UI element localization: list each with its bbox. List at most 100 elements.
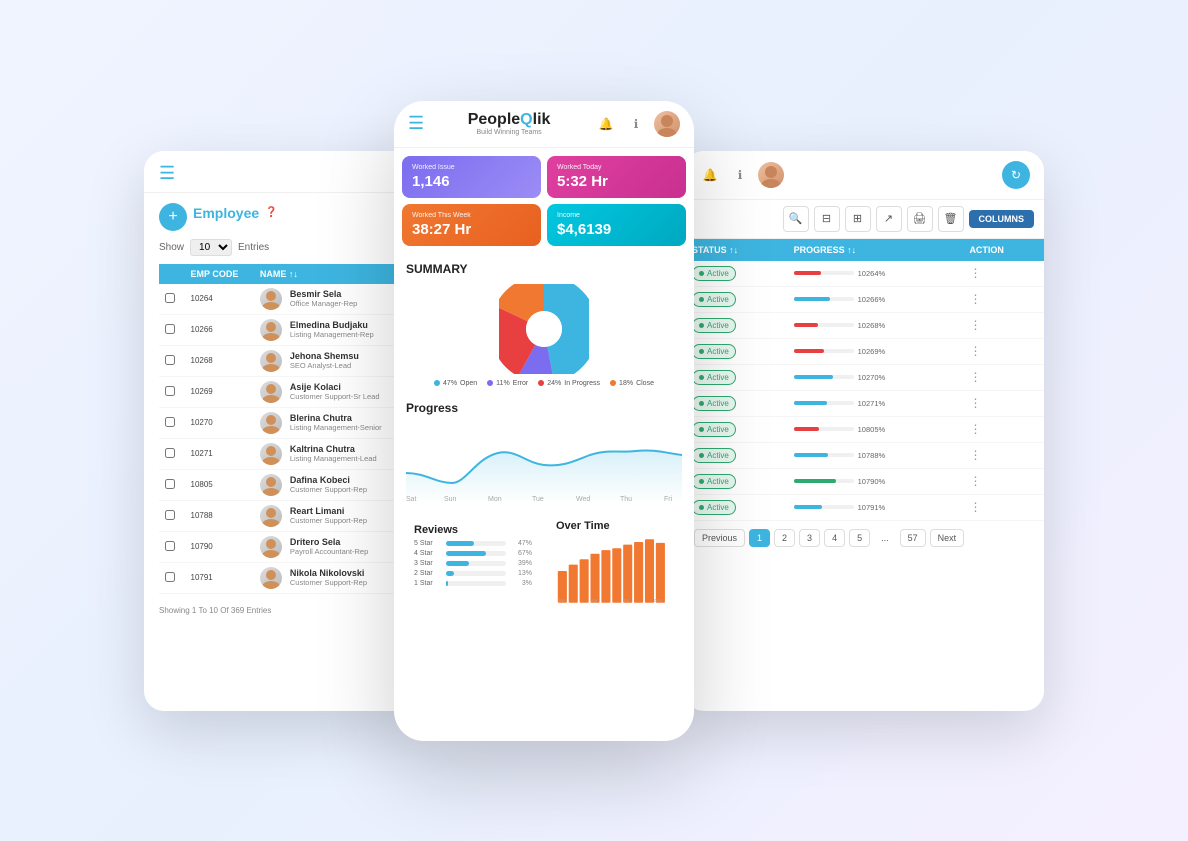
action-menu[interactable]: ⋮: [969, 474, 981, 488]
columns-button[interactable]: COLUMNS: [969, 210, 1035, 228]
refresh-button[interactable]: ↻: [1002, 161, 1030, 189]
legend-pct: 18%: [619, 380, 633, 387]
bell-icon[interactable]: 🔔: [594, 112, 618, 136]
action-menu[interactable]: ⋮: [969, 266, 981, 280]
legend-label: Open: [460, 380, 477, 387]
filter-button[interactable]: ⊟: [814, 206, 840, 232]
action-cell[interactable]: ⋮: [961, 494, 1044, 520]
center-hamburger-icon[interactable]: ☰: [408, 113, 424, 134]
action-cell[interactable]: ⋮: [961, 468, 1044, 494]
progress-bg: [794, 401, 854, 405]
review-label: 1 Star: [414, 580, 442, 587]
review-row: 4 Star 67%: [414, 550, 532, 557]
action-cell[interactable]: ⋮: [961, 338, 1044, 364]
action-cell[interactable]: ⋮: [961, 390, 1044, 416]
action-menu[interactable]: ⋮: [969, 396, 981, 410]
legend-item: 47%Open: [434, 380, 477, 387]
emp-name: Kaltrina Chutra: [290, 444, 377, 454]
emp-code: 10788: [185, 500, 254, 531]
action-menu[interactable]: ⋮: [969, 318, 981, 332]
action-menu[interactable]: ⋮: [969, 344, 981, 358]
action-menu[interactable]: ⋮: [969, 422, 981, 436]
page-button[interactable]: 3: [799, 529, 820, 547]
page-button[interactable]: 2: [774, 529, 795, 547]
table-row: Active 10788% ⋮: [684, 442, 1044, 468]
row-checkbox[interactable]: [165, 417, 175, 427]
stat-card: Worked Today 5:32 Hr: [547, 156, 686, 198]
emp-info: Dafina Kobeci Customer Support-Rep: [254, 469, 409, 500]
copy-button[interactable]: ⊞: [845, 206, 871, 232]
action-cell[interactable]: ⋮: [961, 312, 1044, 338]
stat-label: Income: [557, 212, 676, 219]
action-menu[interactable]: ⋮: [969, 370, 981, 384]
row-checkbox[interactable]: [165, 572, 175, 582]
prev-button[interactable]: Previous: [694, 529, 745, 547]
stat-label: Worked Issue: [412, 164, 531, 171]
delete-button[interactable]: 🗑: [938, 206, 964, 232]
progress-cell: 10788%: [786, 442, 962, 468]
emp-avatar: [260, 350, 282, 372]
page-button[interactable]: 4: [824, 529, 845, 547]
status-dot: [699, 349, 704, 354]
row-checkbox[interactable]: [165, 448, 175, 458]
status-badge: Active: [692, 396, 736, 411]
action-cell[interactable]: ⋮: [961, 286, 1044, 312]
center-topbar: ☰ PeopleQlik Build Winning Teams 🔔 ℹ: [394, 101, 694, 148]
emp-name: Blerina Chutra: [290, 413, 382, 423]
user-avatar[interactable]: [654, 111, 680, 137]
progress-fill: [794, 401, 827, 405]
emp-info: Elmedina Budjaku Listing Management-Rep: [254, 314, 409, 345]
progress-fill: [794, 349, 824, 353]
print-button[interactable]: 🖨: [907, 206, 933, 232]
center-screen: ☰ PeopleQlik Build Winning Teams 🔔 ℹ Wor…: [394, 101, 694, 741]
info-icon[interactable]: ℹ: [624, 112, 648, 136]
hamburger-icon[interactable]: ☰: [159, 163, 175, 183]
row-checkbox[interactable]: [165, 510, 175, 520]
review-bar-bg: [446, 571, 506, 576]
page-ellipsis[interactable]: ...: [874, 530, 896, 546]
emp-code: 10791: [185, 562, 254, 593]
page-button[interactable]: 1: [749, 529, 770, 547]
table-row: Active 10271% ⋮: [684, 390, 1044, 416]
emp-name: Dafina Kobeci: [290, 475, 367, 485]
action-cell[interactable]: ⋮: [961, 442, 1044, 468]
status-cell: Active: [684, 338, 786, 364]
action-cell[interactable]: ⋮: [961, 261, 1044, 287]
next-button[interactable]: Next: [930, 529, 965, 547]
row-checkbox[interactable]: [165, 324, 175, 334]
left-header: ☰: [144, 151, 424, 193]
emp-info: Asije Kolaci Customer Support-Sr Lead: [254, 376, 409, 407]
progress-fill: [794, 427, 819, 431]
action-cell[interactable]: ⋮: [961, 416, 1044, 442]
search-button[interactable]: 🔍: [783, 206, 809, 232]
right-bell-icon[interactable]: 🔔: [698, 163, 722, 187]
action-menu[interactable]: ⋮: [969, 448, 981, 462]
add-employee-button[interactable]: +: [159, 203, 187, 231]
emp-avatar: [260, 567, 282, 589]
emp-avatar: [260, 381, 282, 403]
review-label: 4 Star: [414, 550, 442, 557]
svg-text:Thu: Thu: [620, 496, 632, 503]
right-table: STATUS ↑↓ PROGRESS ↑↓ ACTION Active 1026…: [684, 239, 1044, 521]
row-checkbox[interactable]: [165, 541, 175, 551]
action-menu[interactable]: ⋮: [969, 500, 981, 514]
review-label: 3 Star: [414, 560, 442, 567]
row-checkbox[interactable]: [165, 386, 175, 396]
action-cell[interactable]: ⋮: [961, 364, 1044, 390]
row-checkbox[interactable]: [165, 355, 175, 365]
review-label: 5 Star: [414, 540, 442, 547]
row-checkbox[interactable]: [165, 479, 175, 489]
emp-role: Office Manager-Rep: [290, 299, 357, 308]
row-checkbox[interactable]: [165, 293, 175, 303]
action-menu[interactable]: ⋮: [969, 292, 981, 306]
right-info-icon[interactable]: ℹ: [728, 163, 752, 187]
right-user-avatar[interactable]: [758, 162, 784, 188]
legend-item: 24%In Progress: [538, 380, 600, 387]
status-cell: Active: [684, 312, 786, 338]
progress-fill: [794, 479, 836, 483]
brand-tagline: Build Winning Teams: [468, 129, 551, 136]
entries-select[interactable]: 10 25 50: [190, 239, 232, 256]
page-button[interactable]: 5: [849, 529, 870, 547]
export-button[interactable]: ↗: [876, 206, 902, 232]
page-button[interactable]: 57: [900, 529, 926, 547]
